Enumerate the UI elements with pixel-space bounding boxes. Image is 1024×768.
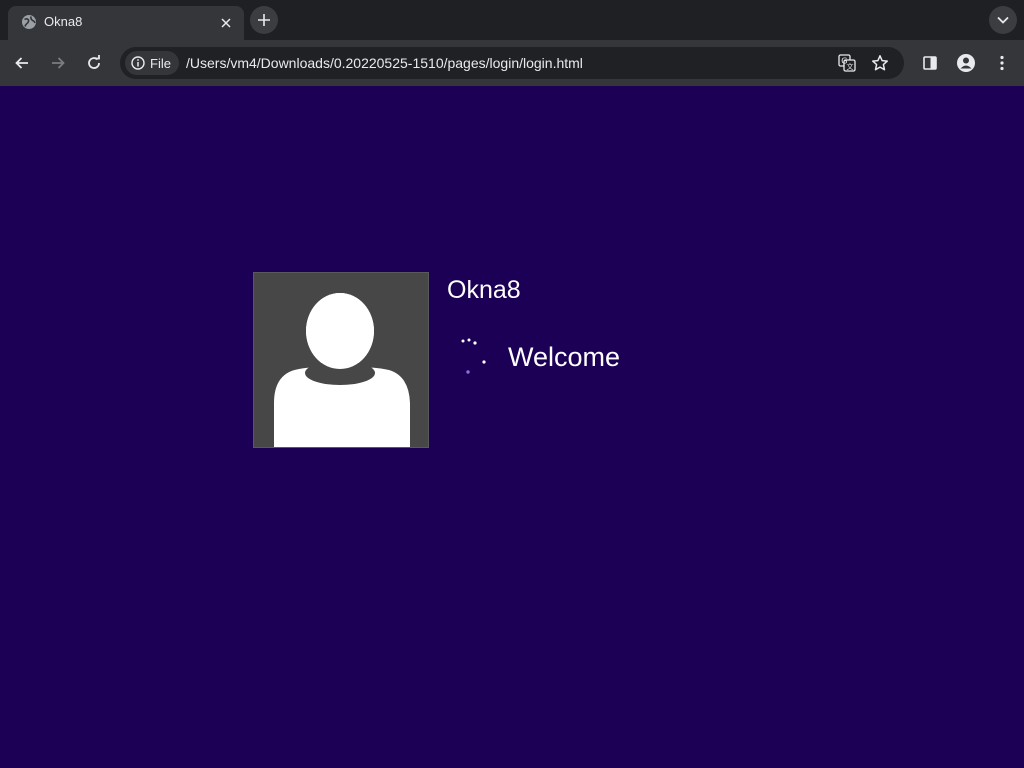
- chevron-down-icon: [997, 16, 1009, 24]
- new-tab-button[interactable]: [250, 6, 278, 34]
- site-info-chip[interactable]: File: [125, 51, 179, 75]
- tab-search-button[interactable]: [989, 6, 1017, 34]
- arrow-right-icon: [52, 57, 65, 69]
- tab-strip: Okna8: [0, 0, 1024, 40]
- site-chip-label: File: [150, 55, 171, 71]
- side-panel-button[interactable]: [916, 49, 944, 77]
- browser-window: Okna8 File /Users/vm4/Downloads/0.202205…: [0, 0, 1024, 768]
- plus-icon: [258, 14, 270, 26]
- back-button[interactable]: [8, 49, 36, 77]
- toolbar: File /Users/vm4/Downloads/0.20220525-151…: [0, 40, 1024, 86]
- svg-text:文: 文: [847, 62, 854, 71]
- username: Okna8: [447, 276, 521, 304]
- side-panel-icon: [923, 56, 937, 70]
- arrow-left-icon: [15, 57, 28, 69]
- reload-button[interactable]: [80, 49, 108, 77]
- globe-icon: [21, 14, 37, 30]
- url-text[interactable]: /Users/vm4/Downloads/0.20220525-1510/pag…: [186, 54, 583, 72]
- star-icon[interactable]: [869, 52, 891, 74]
- tab-title: Okna8: [44, 14, 83, 29]
- loading-spinner-icon: [455, 334, 495, 374]
- menu-button[interactable]: [988, 49, 1016, 77]
- welcome-message: Welcome: [508, 342, 621, 372]
- close-tab-icon[interactable]: [216, 13, 236, 33]
- reload-icon: [88, 55, 100, 69]
- user-silhouette-icon: [253, 272, 429, 448]
- page-content: Okna8 Welcome: [0, 86, 1024, 768]
- more-vert-icon: [1000, 55, 1004, 71]
- address-bar[interactable]: File /Users/vm4/Downloads/0.20220525-151…: [120, 47, 904, 79]
- tab-okna8[interactable]: Okna8: [8, 6, 244, 40]
- profile-icon: [957, 54, 975, 72]
- profile-button[interactable]: [952, 49, 980, 77]
- info-icon: [131, 56, 145, 70]
- forward-button[interactable]: [44, 49, 72, 77]
- translate-icon[interactable]: G 文: [836, 52, 858, 74]
